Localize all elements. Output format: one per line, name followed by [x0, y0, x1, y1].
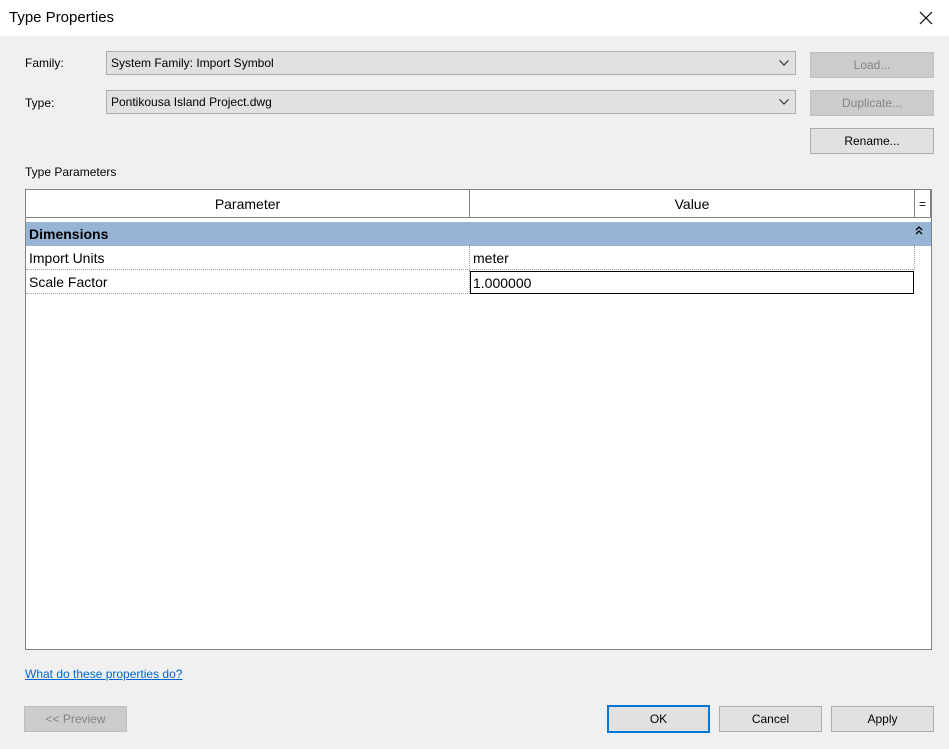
cancel-button[interactable]: Cancel — [719, 706, 822, 732]
group-name: Dimensions — [29, 226, 109, 242]
chevron-up-icon[interactable] — [915, 224, 923, 238]
family-dropdown[interactable]: System Family: Import Symbol — [106, 51, 796, 75]
apply-button[interactable]: Apply — [831, 706, 934, 732]
parameter-name-cell: Import Units — [26, 246, 470, 270]
load-button[interactable]: Load... — [810, 52, 934, 78]
title-bar: Type Properties — [0, 0, 949, 36]
rename-button[interactable]: Rename... — [810, 128, 934, 154]
parameter-column-header[interactable]: Parameter — [26, 190, 470, 218]
scale-factor-input[interactable]: 1.000000 — [470, 271, 914, 294]
ok-button[interactable]: OK — [607, 705, 710, 733]
preview-button[interactable]: << Preview — [24, 706, 127, 732]
type-parameters-grid[interactable]: Parameter Value = Dimensions Import Unit… — [25, 189, 932, 650]
chevron-down-icon — [773, 52, 795, 74]
sort-button[interactable]: = — [915, 190, 931, 218]
type-value: Pontikousa Island Project.dwg — [111, 95, 272, 109]
family-value: System Family: Import Symbol — [111, 56, 274, 70]
close-button[interactable] — [903, 0, 949, 36]
parameter-value-cell[interactable]: meter — [470, 246, 915, 270]
duplicate-button[interactable]: Duplicate... — [810, 90, 934, 116]
close-icon — [919, 11, 933, 25]
help-link[interactable]: What do these properties do? — [25, 667, 182, 681]
parameter-name-cell: Scale Factor — [26, 270, 470, 294]
group-header-dimensions[interactable]: Dimensions — [26, 222, 931, 246]
type-parameters-label: Type Parameters — [25, 165, 117, 179]
window-title: Type Properties — [9, 9, 115, 26]
value-column-header[interactable]: Value — [470, 190, 915, 218]
chevron-down-icon — [773, 91, 795, 113]
type-label: Type: — [25, 96, 55, 110]
type-dropdown[interactable]: Pontikousa Island Project.dwg — [106, 90, 796, 114]
family-label: Family: — [25, 56, 64, 70]
